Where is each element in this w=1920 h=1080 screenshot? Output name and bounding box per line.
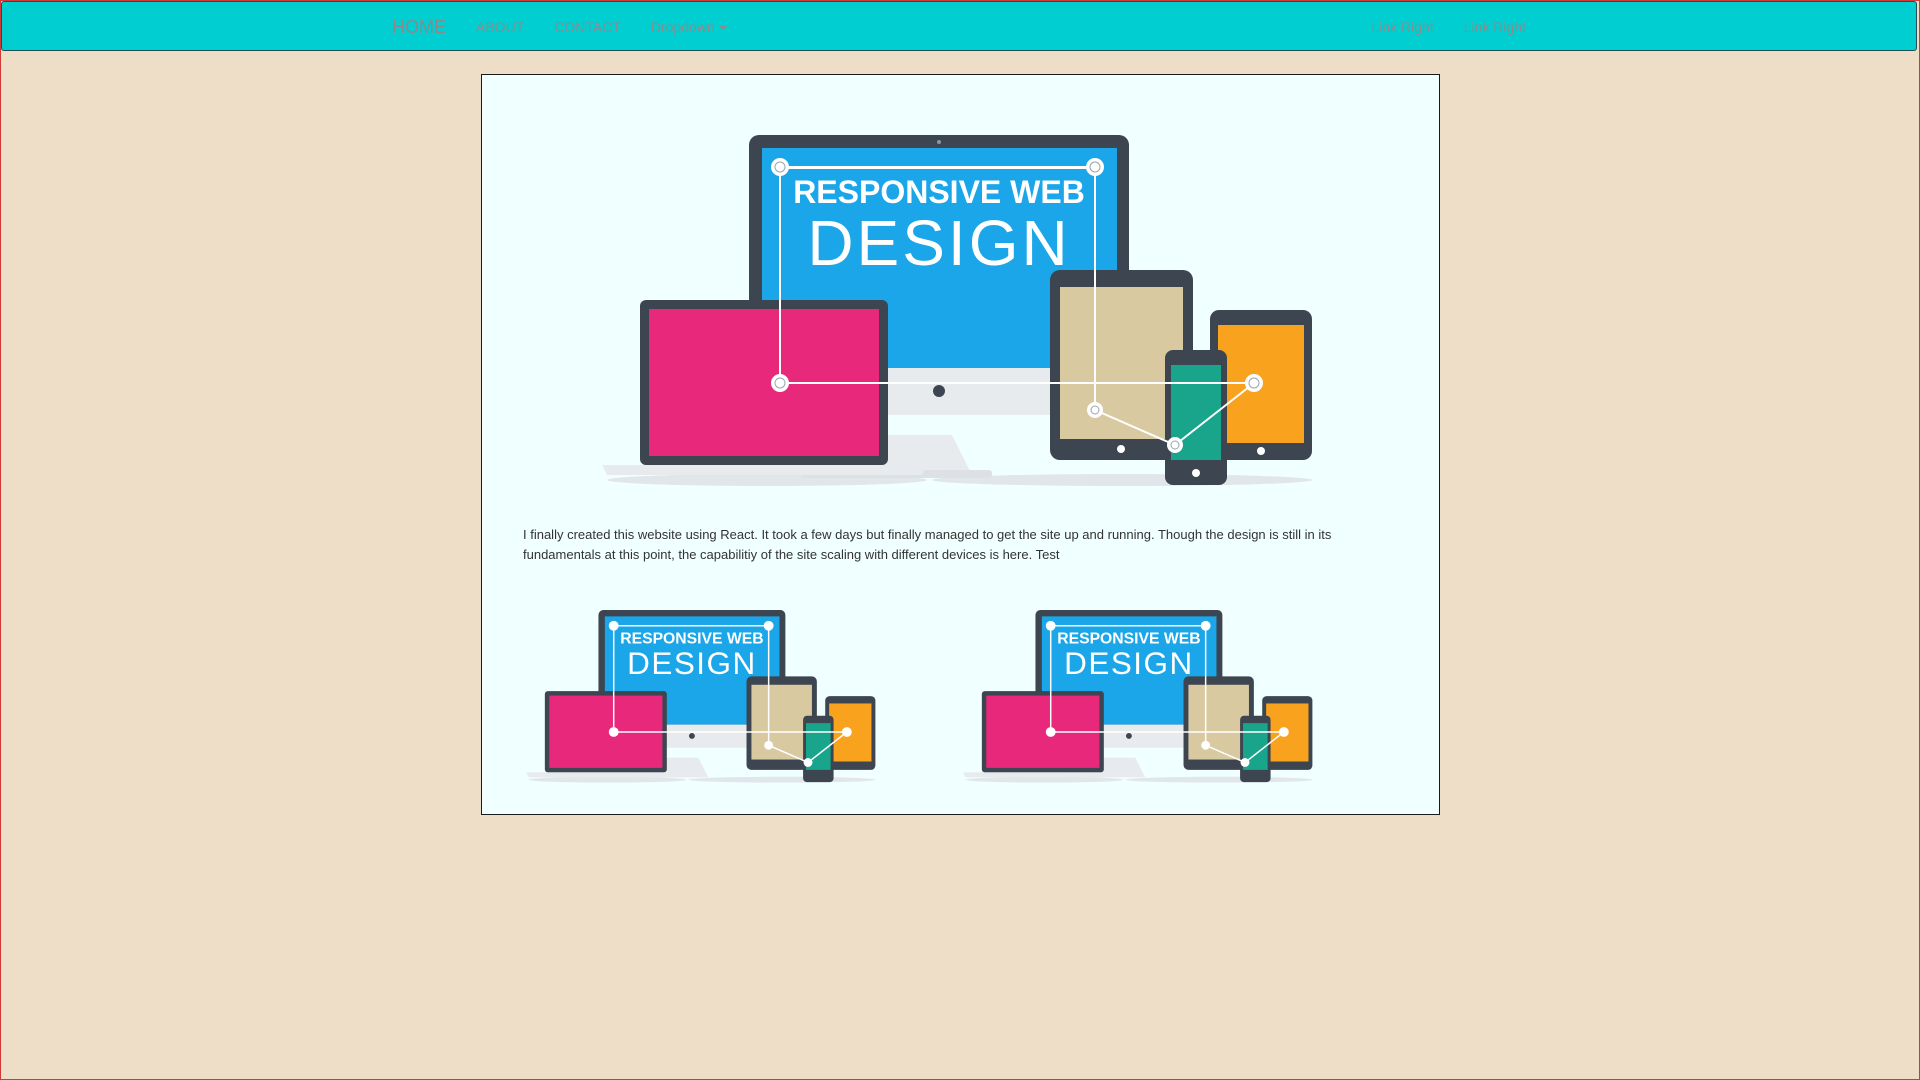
nav-right-group: Link Right Link Right: [1356, 2, 1541, 52]
caret-down-icon: [718, 26, 727, 31]
nav-link-right-1[interactable]: Link Right: [1356, 2, 1448, 52]
hero-title-line1: RESPONSIVE WEB: [793, 174, 1085, 210]
nav-left-group: HOME ABOUT CONTACT Dropdown: [377, 2, 742, 52]
thumbnail-image-2: RESPONSIVE WEB DESIGN: [963, 610, 1313, 783]
hero-responsive-design-image: RESPONSIVE WEB DESIGN: [602, 135, 1312, 486]
thumb2-title-line1: RESPONSIVE WEB: [1057, 630, 1200, 647]
navbar-container: HOME ABOUT CONTACT Dropdown Link Right L…: [377, 2, 1541, 52]
nav-link-right-2[interactable]: Link Right: [1449, 2, 1541, 52]
nav-dropdown-label: Dropdown: [650, 19, 715, 35]
nav-link-about[interactable]: ABOUT: [461, 2, 539, 52]
thumb1-title-line2: DESIGN: [627, 646, 757, 681]
nav-brand-home[interactable]: HOME: [377, 2, 461, 52]
intro-paragraph: I finally created this website using Rea…: [523, 527, 1332, 562]
nav-dropdown[interactable]: Dropdown: [636, 2, 742, 52]
thumbnail-image-1: RESPONSIVE WEB DESIGN: [526, 610, 876, 783]
hero-title-line2: DESIGN: [807, 207, 1070, 279]
top-navbar: HOME ABOUT CONTACT Dropdown Link Right L…: [1, 1, 1917, 51]
content-card: RESPONSIVE WEB DESIGN I finally created …: [481, 74, 1440, 815]
nav-link-contact[interactable]: CONTACT: [539, 2, 636, 52]
thumb1-title-line1: RESPONSIVE WEB: [620, 630, 763, 647]
thumb2-title-line2: DESIGN: [1064, 646, 1194, 681]
